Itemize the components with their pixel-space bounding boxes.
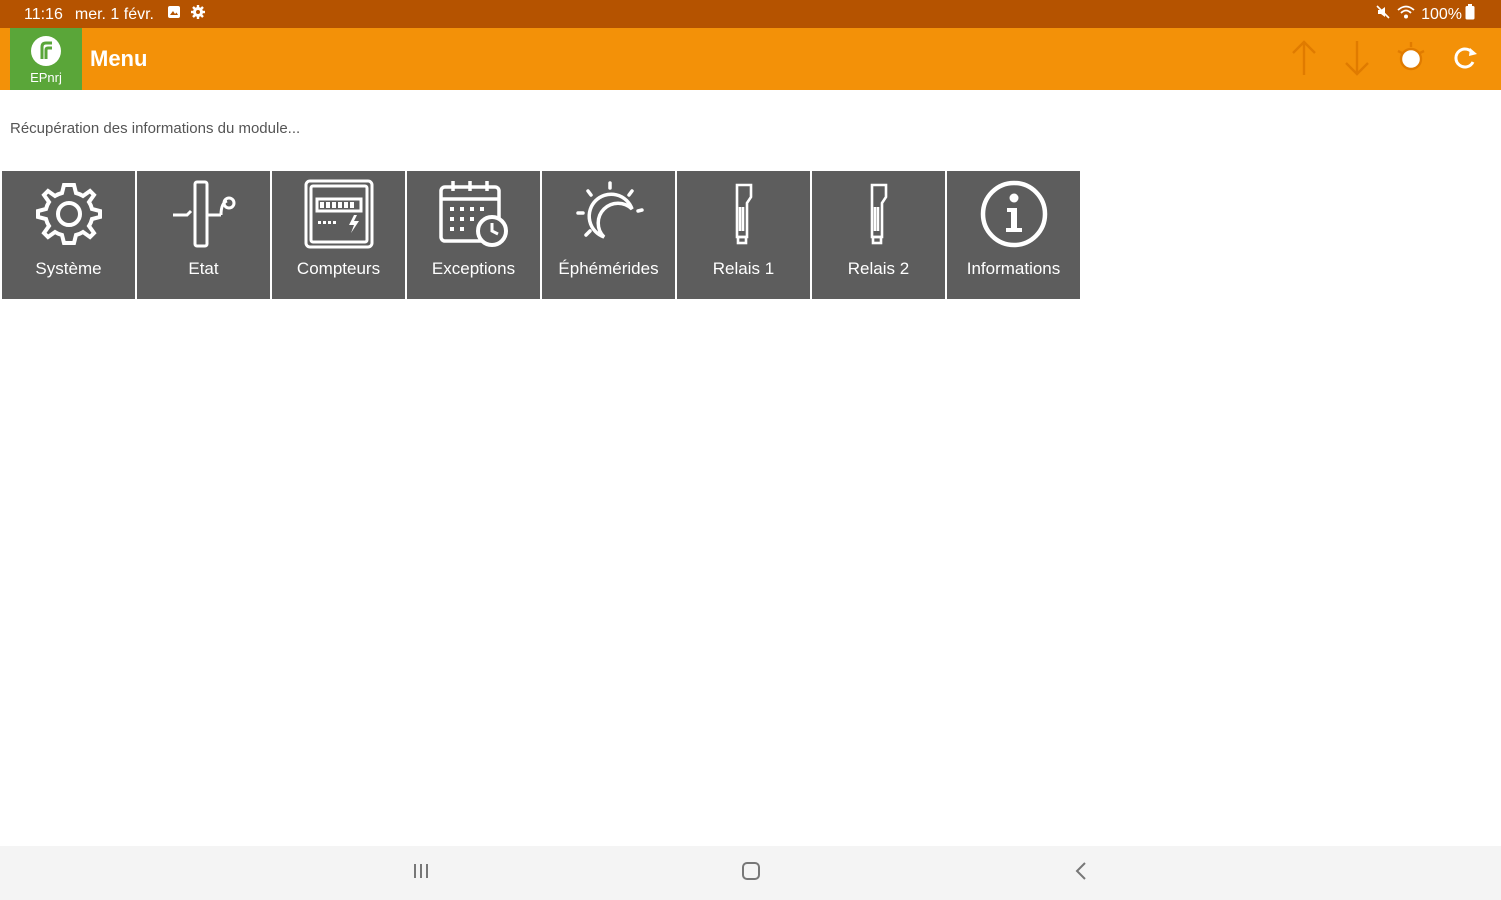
wifi-icon: [1397, 4, 1415, 25]
tile-label: Relais 1: [712, 259, 775, 278]
switch-state-icon: [137, 177, 270, 251]
home-icon: [741, 861, 761, 886]
tile-label: Relais 2: [847, 259, 910, 278]
status-bar: 11:16 mer. 1 févr. 100%: [0, 0, 1501, 28]
menu-tile-grid: Système Etat Compteurs Exceptions Éphémé…: [2, 171, 1082, 299]
status-time: 11:16: [24, 5, 63, 23]
download-button[interactable]: [1337, 40, 1377, 80]
mute-icon: [1375, 4, 1391, 25]
system-nav-bar: [0, 846, 1501, 900]
info-icon: [947, 177, 1080, 251]
recent-apps-icon: [411, 862, 431, 885]
tile-etat[interactable]: Etat: [137, 171, 270, 299]
image-notification-icon: [166, 4, 182, 25]
tile-label: Système: [35, 259, 102, 278]
tile-compteurs[interactable]: Compteurs: [272, 171, 405, 299]
tile-informations[interactable]: Informations: [947, 171, 1080, 299]
recent-apps-button[interactable]: [406, 860, 436, 886]
tile-relais-2[interactable]: Relais 2: [812, 171, 945, 299]
calendar-clock-icon: [407, 177, 540, 251]
back-icon: [1074, 861, 1088, 886]
tile-exceptions[interactable]: Exceptions: [407, 171, 540, 299]
status-message: Récupération des informations du module.…: [10, 120, 301, 137]
tile-label: Compteurs: [296, 259, 381, 278]
status-right: 100%: [1375, 4, 1481, 25]
tile-label: Éphémérides: [558, 259, 659, 278]
app-bar: EPnrj Menu: [0, 28, 1501, 90]
arrow-down-icon: [1344, 39, 1370, 82]
refresh-button[interactable]: [1445, 40, 1485, 80]
tile-label: Informations: [966, 259, 1061, 278]
leaf-logo-icon: [30, 35, 62, 72]
relay-icon: [677, 177, 810, 251]
home-button[interactable]: [736, 860, 766, 886]
upload-button[interactable]: [1284, 39, 1324, 82]
app-logo[interactable]: EPnrj: [10, 28, 82, 90]
sun-button[interactable]: [1391, 40, 1431, 80]
tile-label: Exceptions: [431, 259, 516, 278]
sun-moon-icon: [542, 177, 675, 251]
battery-percent: 100%: [1421, 5, 1462, 23]
logo-text: EPnrj: [30, 70, 62, 85]
tile-relais-1[interactable]: Relais 1: [677, 171, 810, 299]
tile-systeme[interactable]: Système: [2, 171, 135, 299]
back-button[interactable]: [1066, 860, 1096, 886]
meter-icon: [272, 177, 405, 251]
tile-ephemerides[interactable]: Éphémérides: [542, 171, 675, 299]
relay-icon: [812, 177, 945, 251]
settings-notification-icon: [190, 4, 206, 25]
status-date: mer. 1 févr.: [74, 5, 154, 23]
gear-icon: [2, 177, 135, 251]
status-left: 11:16 mer. 1 févr.: [24, 4, 214, 25]
sun-icon: [1394, 41, 1428, 80]
arrow-up-icon: [1291, 39, 1317, 82]
battery-icon: [1465, 4, 1475, 25]
page-title: Menu: [90, 46, 148, 71]
tile-label: Etat: [188, 259, 219, 278]
refresh-icon: [1451, 44, 1479, 77]
